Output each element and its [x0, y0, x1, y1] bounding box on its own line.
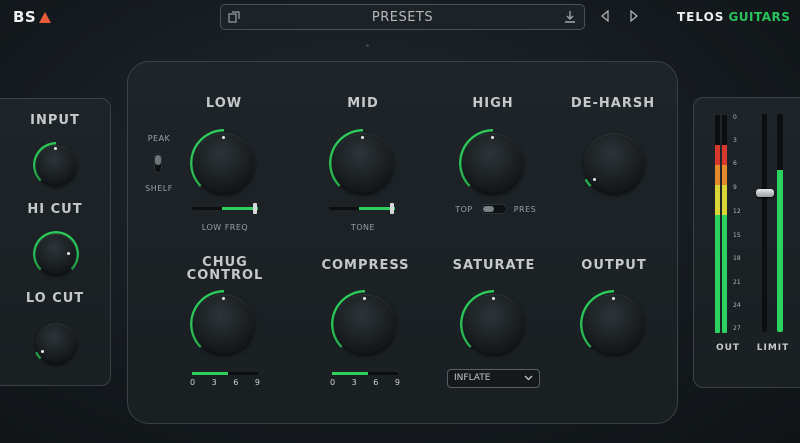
tick-3: 3	[211, 378, 217, 387]
peak-shelf-toggle[interactable]	[154, 153, 162, 173]
tick-6: 6	[233, 378, 239, 387]
scale-18: 18	[733, 255, 741, 262]
high-label: HIGH	[472, 96, 514, 111]
de-harsh-label: DE-HARSH	[570, 96, 656, 111]
de-harsh-knob[interactable]	[580, 129, 648, 197]
saturate-mode-value: INFLATE	[454, 373, 491, 383]
limit-label: LIMIT	[756, 343, 790, 353]
tick-0: 0	[190, 378, 196, 387]
mid-knob[interactable]	[329, 129, 397, 197]
chug-scale: 0 3 6 9	[190, 378, 260, 387]
top-bar: BS PRESETS TELOS GUITARS	[0, 0, 800, 36]
brand-primary: TELOS	[677, 10, 725, 24]
low-label: LOW	[205, 96, 243, 111]
compress-scale: 0 3 6 9	[330, 378, 400, 387]
tick-0: 0	[330, 378, 336, 387]
tone-label: TONE	[350, 223, 376, 232]
presets-label: PRESETS	[371, 9, 434, 25]
mid-label: MID	[347, 96, 379, 111]
divider-dot	[366, 44, 369, 47]
main-panel	[127, 61, 678, 424]
chug-level-meter	[192, 372, 258, 375]
scale-9: 9	[733, 184, 737, 191]
limit-slider-thumb[interactable]	[756, 189, 774, 197]
tick-9: 9	[394, 378, 400, 387]
low-freq-label: LOW FREQ	[201, 223, 249, 232]
low-freq-slider[interactable]	[192, 203, 258, 214]
output-label: OUTPUT	[581, 258, 647, 273]
chug-control-knob[interactable]	[190, 290, 258, 358]
output-knob[interactable]	[580, 290, 648, 358]
next-preset-button[interactable]	[629, 10, 639, 22]
out-meter-left	[715, 115, 720, 333]
lo-cut-knob[interactable]	[33, 320, 79, 366]
scale-24: 24	[733, 302, 741, 309]
saturate-label: SATURATE	[452, 258, 536, 273]
input-label: INPUT	[30, 113, 80, 128]
tone-slider[interactable]	[329, 203, 395, 214]
logo-triangle-icon	[39, 11, 52, 23]
scale-6: 6	[733, 160, 737, 167]
scale-3: 3	[733, 137, 737, 144]
tick-3: 3	[351, 378, 357, 387]
tick-6: 6	[373, 378, 379, 387]
compress-label: COMPRESS	[321, 258, 410, 273]
brand-logo: TELOS GUITARS	[677, 10, 790, 24]
out-label: OUT	[715, 343, 741, 353]
out-meter-right	[722, 115, 727, 333]
compress-knob[interactable]	[331, 290, 399, 358]
lo-cut-label: LO CUT	[25, 291, 85, 306]
top-label: TOP	[455, 205, 473, 214]
peak-label: PEAK	[147, 134, 171, 143]
top-pres-toggle[interactable]	[481, 204, 507, 214]
tick-9: 9	[254, 378, 260, 387]
limit-meter	[777, 114, 783, 332]
saturate-mode-dropdown[interactable]: INFLATE	[447, 369, 540, 388]
brand-secondary: GUITARS	[728, 10, 791, 24]
scale-0: 0	[733, 114, 737, 121]
scale-15: 15	[733, 232, 741, 239]
limit-slider-track[interactable]	[762, 114, 767, 332]
plugin-logo: BS	[13, 8, 52, 26]
high-knob[interactable]	[459, 129, 527, 197]
logo-text: BS	[13, 8, 37, 26]
chug-label-line-2: CONTROL	[186, 268, 264, 283]
chug-control-label: CHUG CONTROL	[180, 256, 270, 282]
pres-label: PRES	[513, 205, 537, 214]
copy-icon[interactable]	[228, 11, 240, 23]
meter-scale: 0 3 6 9 12 15 18 21 24 27	[733, 114, 745, 334]
scale-12: 12	[733, 208, 741, 215]
scale-21: 21	[733, 279, 741, 286]
saturate-knob[interactable]	[460, 290, 528, 358]
preset-selector[interactable]: PRESETS	[220, 4, 585, 30]
input-knob[interactable]	[33, 142, 79, 188]
chevron-down-icon	[524, 375, 533, 381]
shelf-label: SHELF	[145, 184, 173, 193]
low-knob[interactable]	[190, 129, 258, 197]
hi-cut-knob[interactable]	[33, 231, 79, 277]
scale-27: 27	[733, 325, 741, 332]
download-icon[interactable]	[564, 10, 576, 24]
compress-level-meter	[332, 372, 398, 375]
hi-cut-label: HI CUT	[27, 202, 83, 217]
previous-preset-button[interactable]	[600, 10, 610, 22]
